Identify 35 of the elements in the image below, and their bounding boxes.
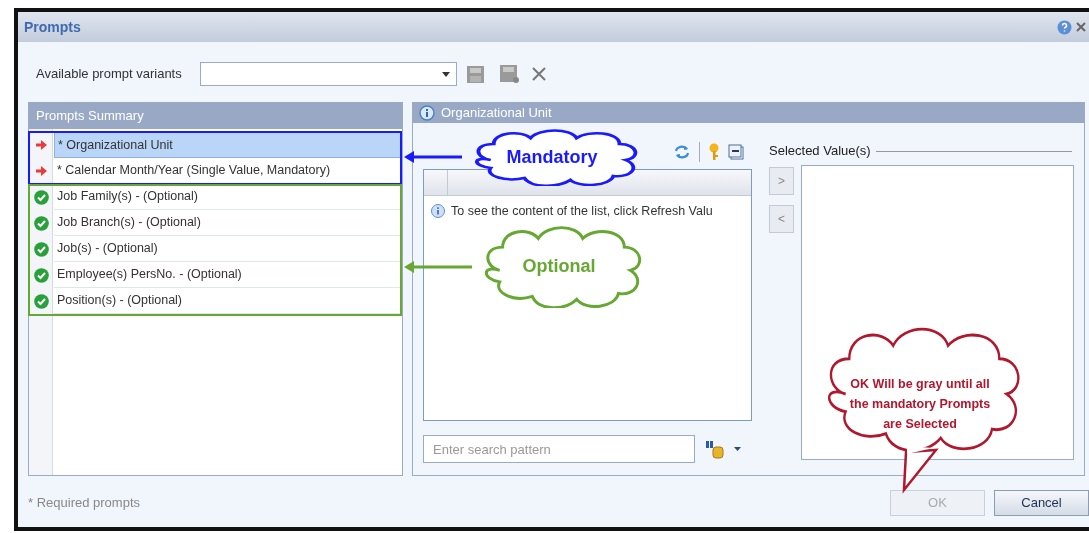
save-icon[interactable]: [467, 65, 484, 83]
required-note: * Required prompts: [28, 494, 140, 513]
callout-arrow: [404, 151, 462, 163]
key-icon[interactable]: [708, 143, 720, 161]
binoculars-icon[interactable]: [705, 439, 725, 459]
prompt-item[interactable]: Job Branch(s) - (Optional): [54, 210, 402, 236]
prompt-item[interactable]: Job Family(s) - (Optional): [54, 184, 402, 210]
info-icon: [431, 204, 445, 218]
callout-arrow: [404, 261, 472, 273]
panel-title: Prompts Summary: [36, 107, 144, 126]
callout-text: OK Will be gray until all the mandatory Prompts are Selected: [848, 376, 992, 433]
dialog-button[interactable]: Cancel: [994, 490, 1089, 516]
search-field[interactable]: Enter search pattern: [423, 435, 695, 463]
close-icon[interactable]: [1076, 22, 1086, 32]
prompt-item[interactable]: Position(s) - (Optional): [54, 288, 402, 314]
variants-label: Available prompt variants: [36, 65, 183, 84]
save-as-icon[interactable]: [500, 65, 519, 83]
prompt-item[interactable]: * Calendar Month/Year (Single Value, Mandatory): [54, 158, 402, 184]
prompt-item[interactable]: Job(s) - (Optional): [54, 236, 402, 262]
info-message: To see the content of the list, click Refresh Valu: [451, 203, 714, 220]
delete-icon[interactable]: [532, 67, 546, 81]
help-icon[interactable]: [1057, 19, 1072, 35]
prompt-item[interactable]: * Organizational Unit: [54, 132, 402, 158]
refresh-icon[interactable]: [673, 144, 691, 160]
panel-title: Organizational Unit: [441, 104, 552, 123]
prompt-item[interactable]: Employee(s) PersNo. - (Optional): [54, 262, 402, 288]
collapse-icon[interactable]: [728, 144, 744, 160]
caret-icon[interactable]: [734, 447, 741, 451]
callout-text: Optional: [522, 254, 596, 278]
info-icon: [419, 105, 435, 121]
selected-values-label: Selected Value(s): [769, 142, 871, 161]
callout-text: Mandatory: [506, 145, 598, 169]
caret-icon: [442, 71, 450, 77]
window-title: Prompts: [24, 17, 81, 37]
variants-dropdown[interactable]: [200, 62, 457, 86]
